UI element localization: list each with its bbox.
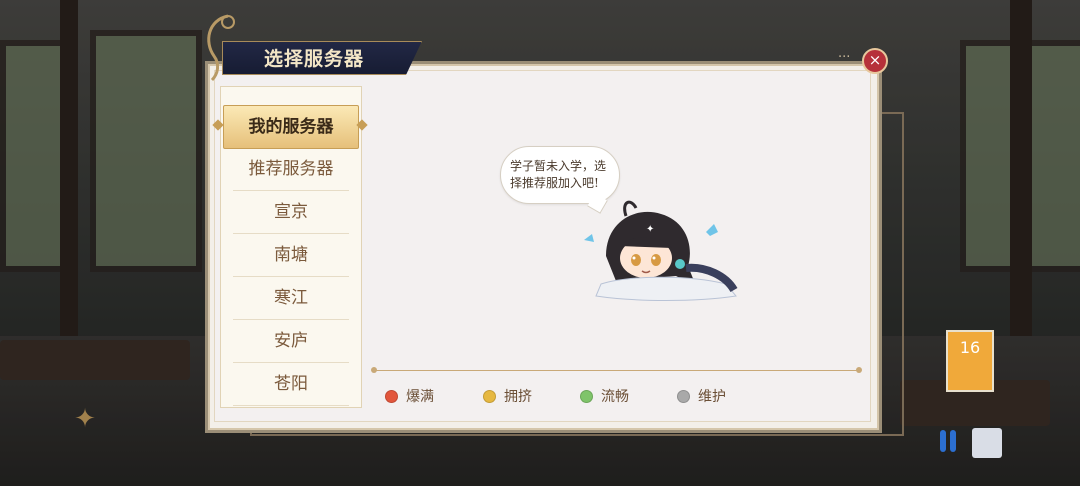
dialog-title: 选择服务器 bbox=[264, 48, 365, 70]
sidebar-item-my-servers[interactable]: 我的服务器 bbox=[223, 105, 359, 149]
sidebar-item-cangyang[interactable]: 苍阳 bbox=[233, 363, 349, 406]
status-crowded-dot bbox=[483, 389, 496, 403]
status-full-dot bbox=[385, 389, 398, 403]
close-icon[interactable]: × bbox=[862, 48, 888, 74]
close-ornament: ··· bbox=[838, 50, 851, 65]
game-logo: ✦ bbox=[70, 404, 100, 434]
sidebar-item-nantang[interactable]: 南塘 bbox=[233, 234, 349, 277]
legend-label: 爆满 bbox=[406, 389, 434, 405]
legend-divider bbox=[374, 370, 860, 371]
indicator-bar bbox=[940, 430, 946, 452]
event-card[interactable]: 16 bbox=[946, 330, 994, 392]
indicator-bar bbox=[950, 430, 956, 452]
divider-ornament bbox=[856, 367, 862, 373]
legend-smooth: 流畅 bbox=[580, 386, 629, 406]
panel-icon[interactable] bbox=[972, 428, 1002, 458]
sidebar-item-hanjiang[interactable]: 寒江 bbox=[233, 277, 349, 320]
sidebar-item-recommended[interactable]: 推荐服务器 bbox=[233, 148, 349, 191]
legend-label: 维护 bbox=[698, 389, 726, 405]
status-maintenance-dot bbox=[677, 389, 690, 403]
sidebar-item-xuanjing[interactable]: 宣京 bbox=[233, 191, 349, 234]
legend-label: 拥挤 bbox=[504, 389, 532, 405]
legend-label: 流畅 bbox=[601, 389, 629, 405]
server-sidebar: 我的服务器 推荐服务器 宣京 南塘 寒江 安庐 苍阳 bbox=[220, 86, 362, 408]
legend-maintenance: 维护 bbox=[677, 386, 726, 406]
svg-text:✦: ✦ bbox=[646, 224, 654, 235]
divider-ornament bbox=[371, 367, 377, 373]
speech-text: 学子暂未入学，选择推荐服加入吧! bbox=[510, 159, 607, 190]
sidebar-item-anlu[interactable]: 安庐 bbox=[233, 320, 349, 363]
status-smooth-dot bbox=[580, 389, 593, 403]
chibi-character-icon: ✦ bbox=[584, 200, 738, 301]
legend-full: 爆满 bbox=[385, 386, 434, 406]
legend-crowded: 拥挤 bbox=[483, 386, 532, 406]
